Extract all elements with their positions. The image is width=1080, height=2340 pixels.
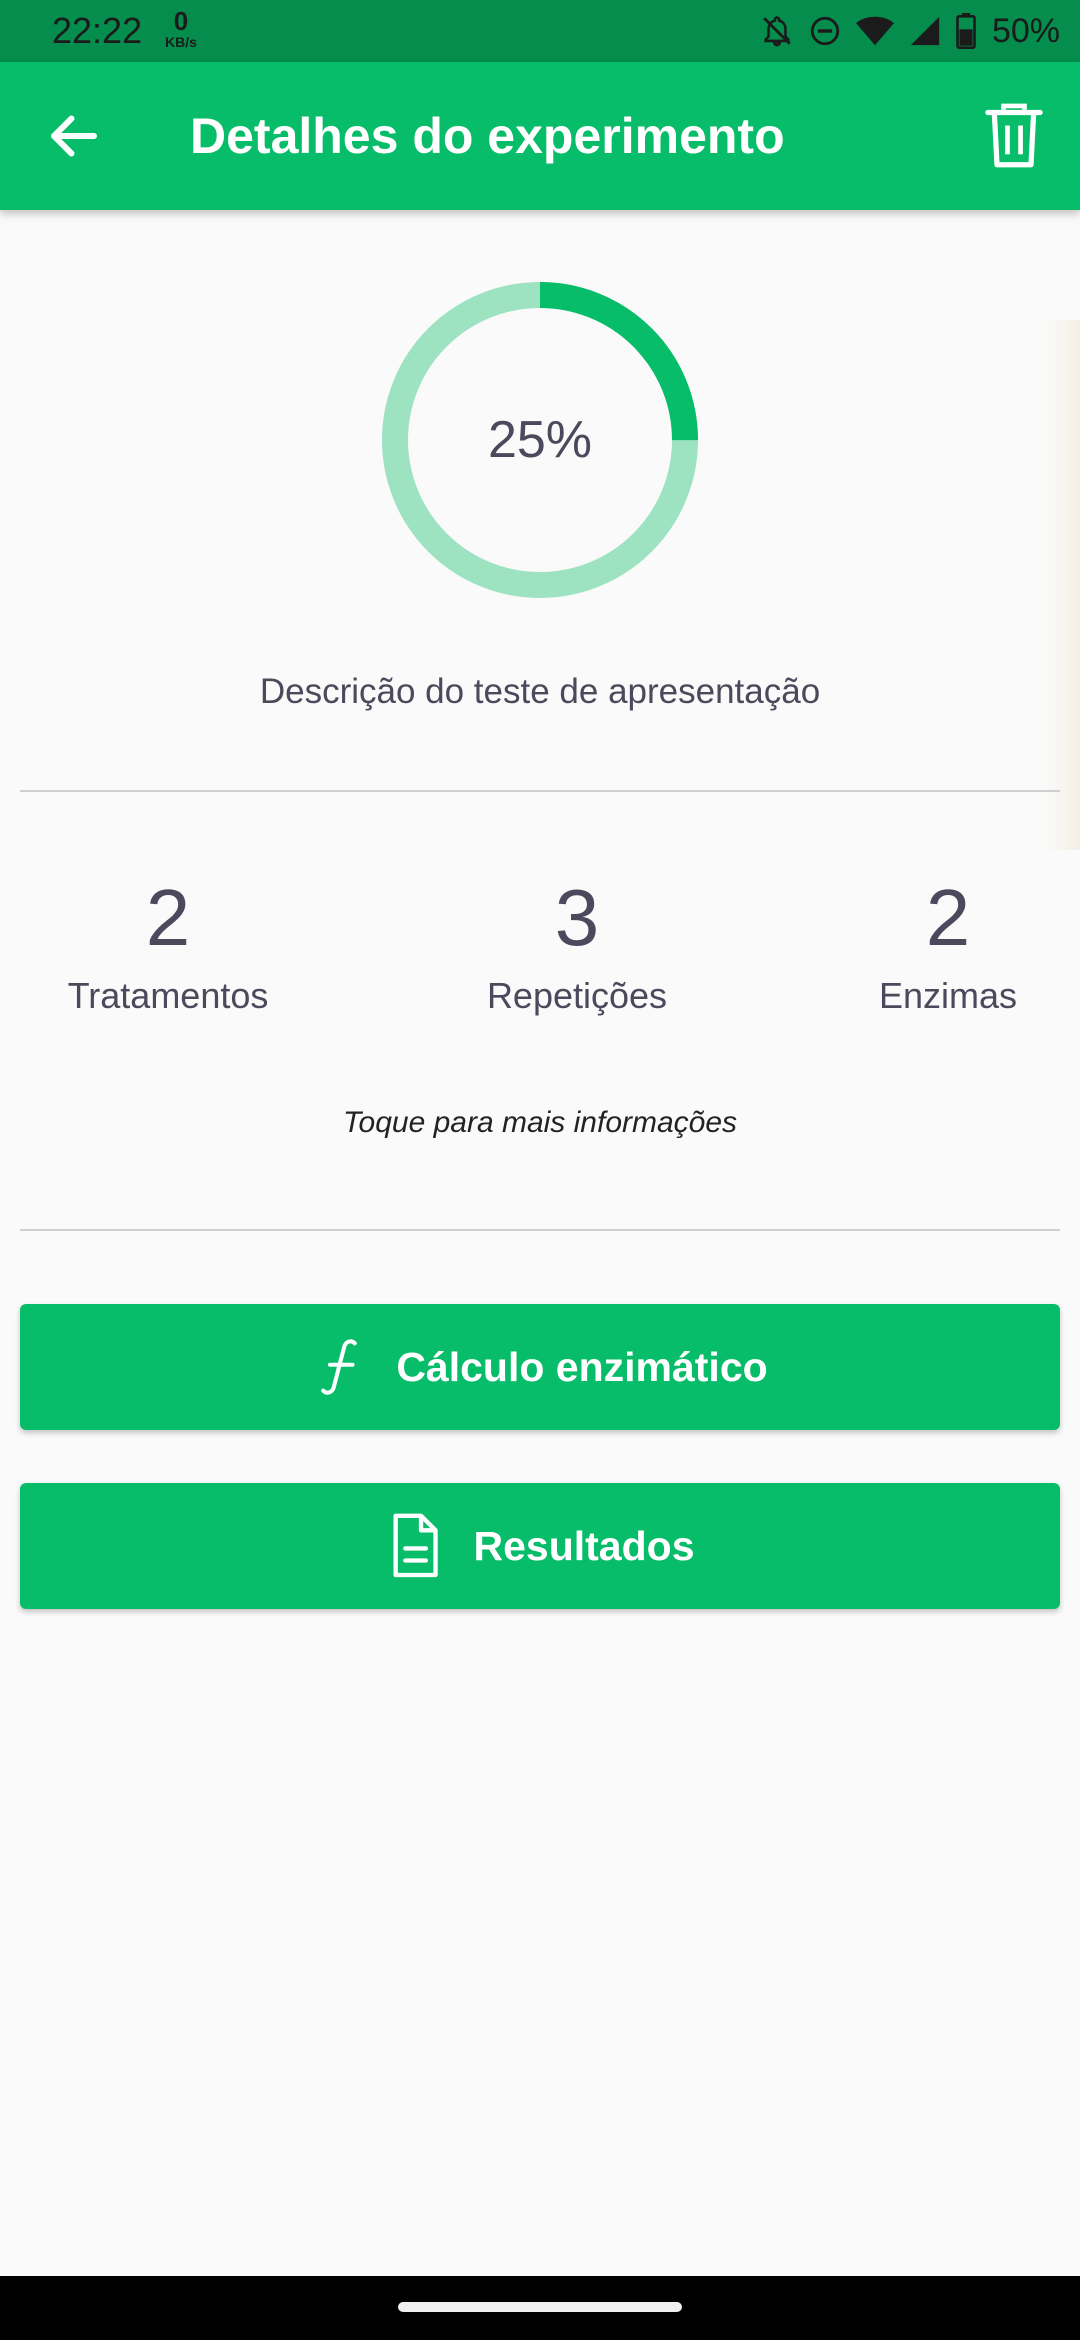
stat-value: 2 [925, 873, 971, 962]
progress-ring: 25% [382, 282, 698, 598]
signal-icon [910, 16, 940, 46]
divider-bottom [20, 1229, 1060, 1231]
results-button[interactable]: Resultados [20, 1483, 1060, 1609]
network-speed: 0 KB/s [158, 8, 204, 49]
experiment-description: Descrição do teste de apresentação [259, 672, 821, 711]
trash-icon[interactable] [982, 102, 1046, 170]
function-icon [312, 1335, 366, 1399]
status-icons: 50% [760, 10, 1060, 52]
app-bar: Detalhes do experimento [0, 62, 1080, 210]
enzymatic-calculation-label: Cálculo enzimático [396, 1343, 768, 1390]
do-not-disturb-icon [810, 16, 840, 46]
network-speed-value: 0 [173, 6, 189, 36]
stat-value: 3 [554, 873, 600, 962]
battery-icon [956, 13, 976, 49]
stat-label: Enzimas [878, 975, 1018, 1016]
home-gesture-handle[interactable] [398, 2302, 682, 2312]
stat-repeticoes: 3 Repetições [427, 868, 727, 1020]
edge-shadow [1044, 320, 1080, 850]
arrow-left-icon[interactable] [44, 106, 104, 166]
wifi-icon [855, 16, 894, 46]
status-bar: 22:22 0 KB/s 50% [0, 0, 1080, 62]
stat-label: Tratamentos [67, 975, 269, 1016]
stat-label: Repetições [486, 975, 668, 1016]
divider-top [20, 790, 1060, 792]
battery-percent: 50% [991, 11, 1060, 50]
stats-summary[interactable]: 2 Tratamentos 3 Repetições 2 Enzimas [0, 868, 1080, 1038]
progress-percent: 25% [487, 411, 593, 469]
stat-tratamentos: 2 Tratamentos [18, 868, 318, 1020]
network-speed-unit: KB/s [165, 34, 197, 50]
notifications-off-icon [763, 16, 791, 47]
results-label: Resultados [473, 1522, 695, 1569]
page-title: Detalhes do experimento [190, 108, 785, 164]
enzymatic-calculation-button[interactable]: Cálculo enzimático [20, 1304, 1060, 1430]
stat-enzimas: 2 Enzimas [798, 868, 1080, 1020]
document-icon [386, 1512, 444, 1580]
stat-value: 2 [145, 873, 191, 962]
tap-hint[interactable]: Toque para mais informações [0, 1106, 1080, 1140]
status-time: 22:22 [52, 10, 143, 51]
navigation-bar [0, 2276, 1080, 2340]
